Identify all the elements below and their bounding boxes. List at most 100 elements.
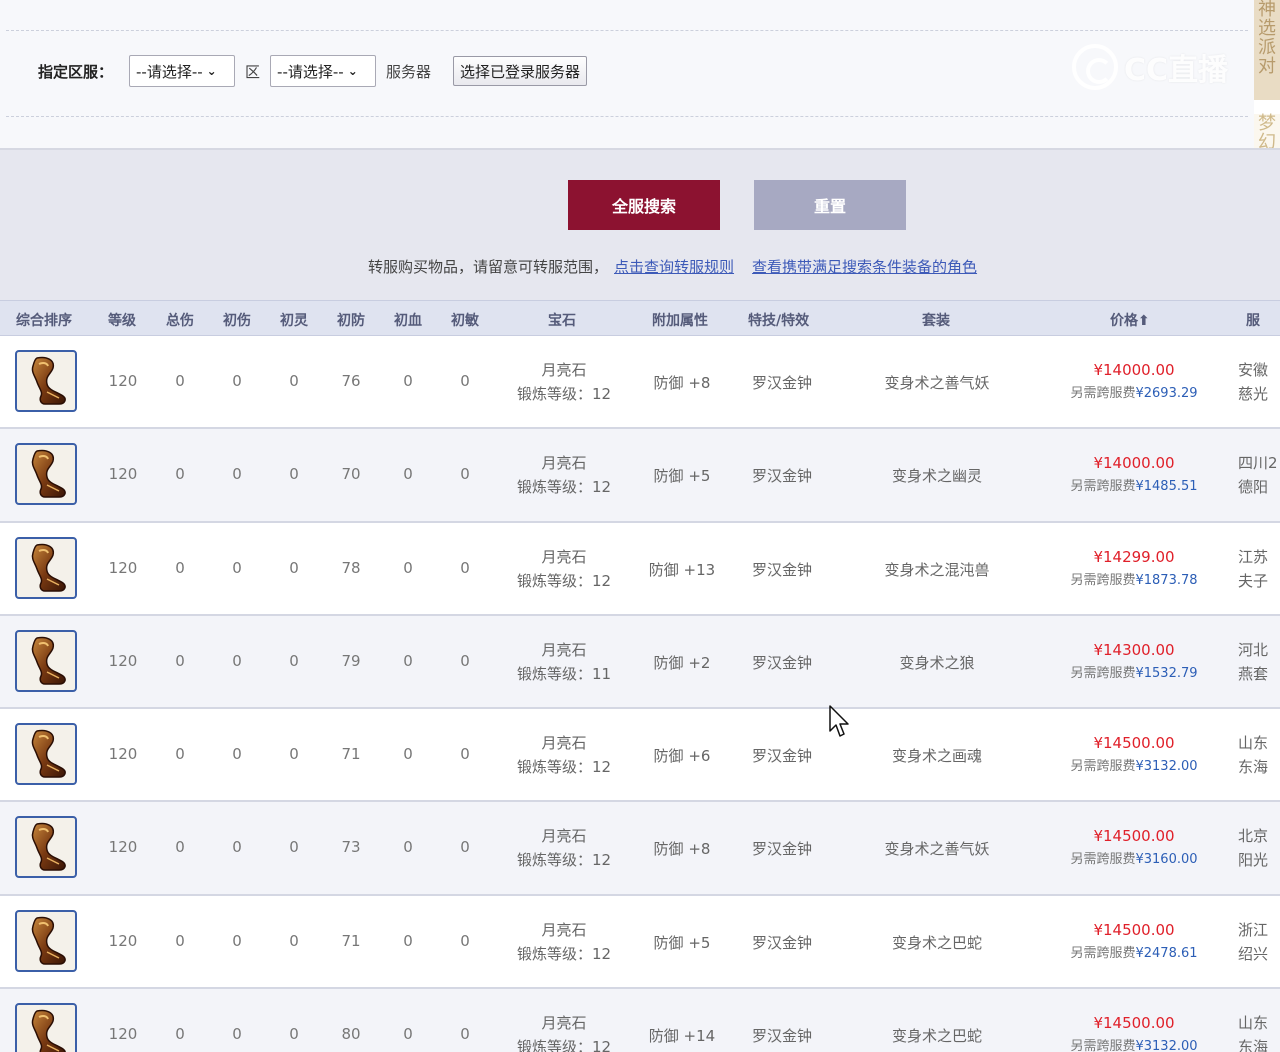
server-name: 绍兴: [1238, 944, 1269, 963]
init-agility-cell: 0: [460, 931, 470, 950]
reset-button[interactable]: 重置: [754, 180, 906, 230]
forge-level: 锻炼等级：12: [516, 1038, 612, 1052]
price-header[interactable]: 价格⬆: [1110, 310, 1150, 330]
side-tag-event[interactable]: 神选派对: [1254, 0, 1280, 100]
init-hp-cell: 0: [403, 931, 413, 950]
chevron-down-icon: ⌄: [206, 64, 217, 78]
forge-level: 锻炼等级：12: [516, 944, 612, 963]
forge-level: 锻炼等级：12: [516, 571, 612, 590]
price-amount: ¥14299.00: [1093, 547, 1175, 566]
table-row[interactable]: 120 0 0 0 80 0 0 月亮石 锻炼等级：12 防御 +14 罗汉金钟 变身术之巴蛇 ¥145…: [0, 989, 1280, 1052]
server-cell: 河北 燕套: [1238, 638, 1280, 686]
level-cell: 120: [108, 465, 138, 484]
table-row[interactable]: 120 0 0 0 79 0 0 月亮石 锻炼等级：11 防御 +2 罗汉金钟 变身术之狼 ¥14300…: [0, 615, 1280, 710]
boots-icon[interactable]: [15, 629, 77, 692]
skill-cell: 罗汉金钟: [751, 747, 812, 766]
price-amount: ¥14000.00: [1093, 454, 1175, 473]
total-damage-header[interactable]: 总伤: [166, 310, 194, 330]
forge-level: 锻炼等级：12: [516, 385, 612, 403]
pick-logged-server-button[interactable]: 选择已登录服务器: [453, 56, 588, 86]
price-cell: ¥14500.00 另需跨服费¥3132.00: [1058, 731, 1210, 779]
server-region: 山东: [1238, 1014, 1269, 1033]
gem-cell: 月亮石 锻炼等级：12: [512, 918, 616, 966]
result-list: 120 0 0 0 76 0 0 月亮石 锻炼等级：12 防御 +8 罗汉金钟 变身术之善气妖 ¥140…: [0, 336, 1280, 1052]
total-damage-cell: 0: [175, 931, 185, 950]
table-row[interactable]: 120 0 0 0 70 0 0 月亮石 锻炼等级：12 防御 +5 罗汉金钟 变身术之幽灵 ¥1400…: [0, 429, 1280, 523]
init-spirit-header[interactable]: 初灵: [280, 310, 308, 330]
table-row[interactable]: 120 0 0 0 73 0 0 月亮石 锻炼等级：12 防御 +8 罗汉金钟 变身术之善气妖 ¥145…: [0, 802, 1280, 896]
total-damage-cell: 0: [175, 745, 185, 764]
price-amount: ¥14300.00: [1093, 640, 1175, 659]
init-damage-cell: 0: [232, 558, 242, 577]
total-damage-cell: 0: [175, 558, 185, 577]
init-agility-cell: 0: [460, 838, 470, 857]
table-row[interactable]: 120 0 0 0 71 0 0 月亮石 锻炼等级：12 防御 +5 罗汉金钟 变身术之巴蛇 ¥1450…: [0, 895, 1280, 990]
init-hp-header[interactable]: 初血: [394, 310, 422, 330]
init-damage-cell: 0: [232, 931, 242, 950]
set-cell: 变身术之善气妖: [884, 840, 990, 859]
table-row[interactable]: 120 0 0 0 78 0 0 月亮石 锻炼等级：12 防御 +13 罗汉金钟 变身术之混沌兽 ¥14…: [0, 522, 1280, 616]
view-roles-link[interactable]: 查看携带满足搜索条件装备的角色: [752, 258, 977, 276]
gem-cell: 月亮石锻炼等级：12: [512, 545, 616, 593]
zone-label: 区: [245, 62, 261, 81]
level-cell: 120: [108, 745, 138, 764]
transfer-fee: 另需跨服费¥2693.29: [1058, 382, 1210, 406]
transfer-fee-label: 另需跨服费: [1070, 759, 1136, 775]
gem-cell: 月亮石 锻炼等级：12: [512, 358, 616, 406]
gem-name: 月亮石: [541, 454, 587, 473]
boots-icon[interactable]: [15, 909, 77, 972]
skill-cell: 罗汉金钟: [751, 467, 812, 486]
level-header[interactable]: 等级: [108, 310, 136, 330]
init-agility-cell: 0: [460, 651, 470, 670]
init-defense-cell: 71: [341, 931, 361, 950]
transfer-fee-amount: ¥3132.00: [1135, 1039, 1198, 1052]
price-amount: ¥14500.00: [1093, 827, 1175, 846]
boots-icon[interactable]: [15, 816, 77, 879]
boots-icon[interactable]: [15, 723, 77, 786]
transfer-fee: 另需跨服费¥3132.00: [1058, 1035, 1210, 1052]
set-header: 套装: [922, 313, 950, 329]
init-agility-cell: 0: [460, 1025, 470, 1044]
boots-icon[interactable]: [15, 443, 77, 506]
table-row[interactable]: 120 0 0 0 71 0 0 月亮石 锻炼等级：12 防御 +6 罗汉金钟 变身术之画魂 ¥1450…: [0, 709, 1280, 803]
chevron-down-icon: ⌄: [347, 64, 358, 78]
transfer-fee-label: 另需跨服费: [1070, 852, 1136, 868]
sort-header[interactable]: 综合排序: [16, 310, 72, 330]
server-region: 安徽: [1238, 361, 1269, 379]
boots-icon[interactable]: [15, 350, 77, 412]
search-all-servers-button[interactable]: 全服搜索: [568, 180, 720, 230]
price-amount: ¥14000.00: [1093, 361, 1175, 379]
init-defense-cell: 70: [341, 465, 361, 484]
init-spirit-cell: 0: [289, 745, 299, 764]
server-name: 德阳: [1238, 478, 1269, 497]
init-spirit-cell: 0: [289, 931, 299, 950]
extra-attr-header: 附加属性: [652, 313, 708, 329]
init-damage-header[interactable]: 初伤: [223, 310, 251, 330]
level-cell: 120: [108, 1025, 138, 1044]
price-cell: ¥14000.00 另需跨服费¥1485.51: [1058, 451, 1210, 499]
extra-attr-cell: 防御 +8: [653, 840, 711, 859]
total-damage-cell: 0: [175, 465, 185, 484]
init-agility-header[interactable]: 初敏: [451, 310, 479, 330]
boots-icon[interactable]: [15, 536, 77, 599]
table-row[interactable]: 120 0 0 0 76 0 0 月亮石 锻炼等级：12 防御 +8 罗汉金钟 变身术之善气妖 ¥140…: [0, 336, 1280, 430]
region-select[interactable]: --请选择-- ⌄: [129, 55, 236, 87]
server-cell: 浙江 绍兴: [1238, 918, 1280, 966]
server-select[interactable]: --请选择-- ⌄: [270, 55, 377, 87]
init-defense-header[interactable]: 初防: [337, 310, 365, 330]
forge-level: 锻炼等级：11: [516, 664, 612, 683]
extra-attr-cell: 防御 +2: [653, 653, 711, 672]
gem-name: 月亮石: [541, 547, 587, 566]
boots-icon[interactable]: [15, 1003, 77, 1052]
transfer-rules-link[interactable]: 点击查询转服规则: [614, 258, 734, 276]
transfer-fee: 另需跨服费¥3132.00: [1058, 755, 1210, 779]
init-hp-cell: 0: [403, 465, 413, 484]
server-name: 东海: [1238, 758, 1269, 777]
skill-cell: 罗汉金钟: [751, 374, 812, 392]
gem-cell: 月亮石 锻炼等级：12: [512, 1011, 616, 1052]
init-damage-cell: 0: [232, 372, 242, 390]
init-defense-cell: 78: [341, 558, 361, 577]
price-cell: ¥14299.00 另需跨服费¥1873.78: [1058, 545, 1210, 593]
init-damage-cell: 0: [232, 651, 242, 670]
transfer-fee: 另需跨服费¥1532.79: [1058, 662, 1210, 686]
